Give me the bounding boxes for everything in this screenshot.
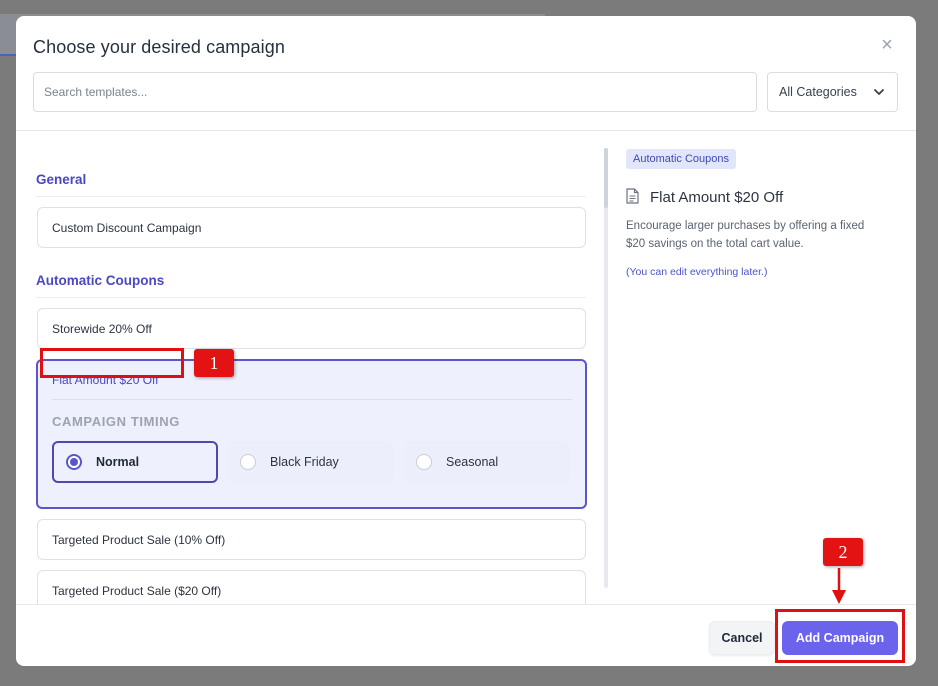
- section-heading-automatic-coupons: Automatic Coupons: [36, 273, 165, 288]
- category-select[interactable]: All Categories: [767, 72, 898, 112]
- preview-description: Encourage larger purchases by offering a…: [626, 220, 865, 250]
- annotation-box-1: [40, 348, 184, 378]
- template-preview: Automatic Coupons Flat Amount $20 Off En…: [608, 132, 916, 604]
- template-item-flat-amount-selected[interactable]: Flat Amount $20 Off CAMPAIGN TIMING Norm…: [36, 359, 587, 509]
- section-heading-general: General: [36, 172, 87, 187]
- section-divider: [36, 297, 586, 298]
- radio-unselected-icon: [416, 454, 432, 470]
- timing-option-normal[interactable]: Normal: [52, 441, 218, 483]
- radio-unselected-icon: [240, 454, 256, 470]
- modal-title: Choose your desired campaign: [33, 37, 285, 57]
- selected-divider: [52, 399, 572, 400]
- template-item-label: Targeted Product Sale ($20 Off): [52, 583, 222, 598]
- preview-title: Flat Amount $20 Off: [650, 189, 784, 206]
- annotation-box-2: [775, 609, 905, 663]
- campaign-timing-label: CAMPAIGN TIMING: [52, 414, 180, 429]
- document-icon: [626, 188, 639, 204]
- cancel-button[interactable]: Cancel: [709, 621, 775, 655]
- campaign-modal: Choose your desired campaign × All Categ…: [16, 16, 916, 666]
- search-input[interactable]: [33, 72, 757, 112]
- close-icon[interactable]: ×: [876, 34, 898, 56]
- annotation-badge-1: 1: [194, 349, 234, 377]
- template-item-targeted-10[interactable]: Targeted Product Sale (10% Off): [37, 519, 586, 560]
- radio-selected-icon: [66, 454, 82, 470]
- template-item-storewide[interactable]: Storewide 20% Off: [37, 308, 586, 349]
- modal-header: Choose your desired campaign × All Categ…: [16, 16, 916, 131]
- template-item-targeted-20[interactable]: Targeted Product Sale ($20 Off): [37, 570, 586, 604]
- annotation-arrow-icon: [832, 568, 846, 604]
- annotation-badge-2: 2: [823, 538, 863, 566]
- template-item-label: Targeted Product Sale (10% Off): [52, 532, 226, 547]
- timing-option-label: Black Friday: [270, 455, 339, 469]
- category-select-value: All Categories: [779, 85, 857, 99]
- preview-note: (You can edit everything later.): [626, 266, 768, 278]
- section-divider: [36, 196, 586, 197]
- timing-option-label: Normal: [96, 455, 140, 469]
- template-item-custom-discount[interactable]: Custom Discount Campaign: [37, 207, 586, 248]
- timing-option-black-friday[interactable]: Black Friday: [228, 441, 394, 483]
- chevron-down-icon: [874, 89, 884, 95]
- timing-option-label: Seasonal: [446, 455, 499, 469]
- template-item-label: Storewide 20% Off: [52, 321, 152, 336]
- preview-category-tag: Automatic Coupons: [626, 149, 736, 169]
- template-item-label: Custom Discount Campaign: [52, 220, 202, 235]
- timing-option-seasonal[interactable]: Seasonal: [404, 441, 570, 483]
